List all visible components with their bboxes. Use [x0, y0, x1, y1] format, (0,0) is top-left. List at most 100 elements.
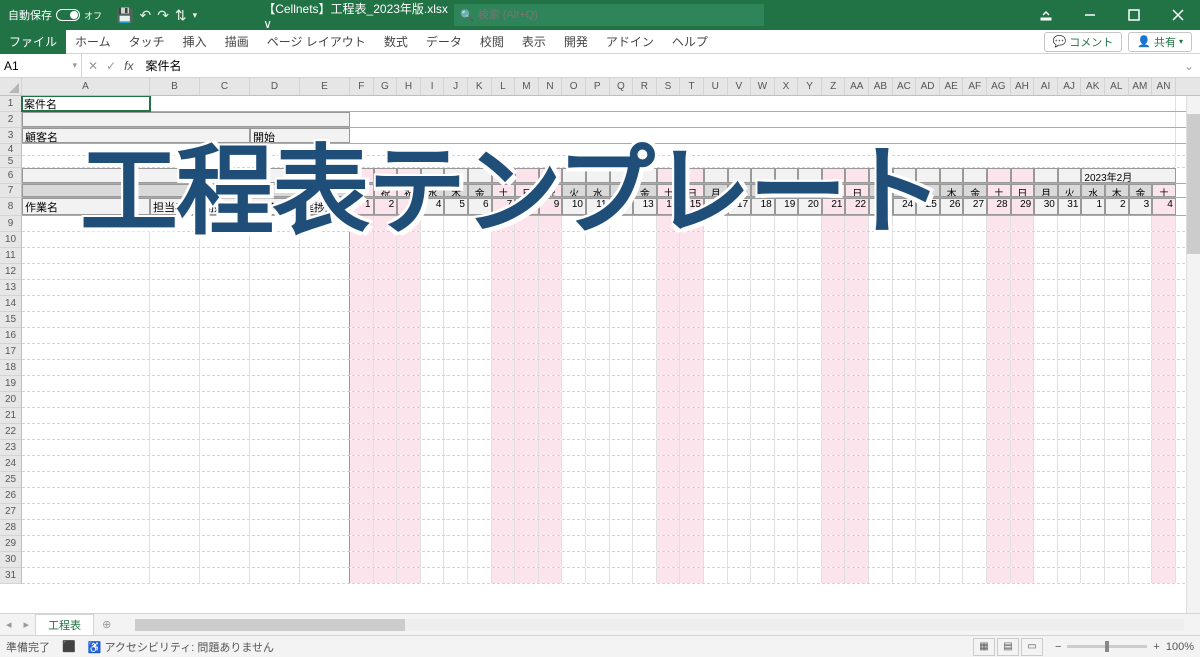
- ribbon-tab-8[interactable]: 校閲: [471, 30, 513, 54]
- cell[interactable]: [916, 344, 940, 359]
- cell[interactable]: [22, 248, 150, 263]
- cell[interactable]: [963, 424, 987, 439]
- cell[interactable]: [822, 376, 846, 391]
- row-header[interactable]: 13: [0, 280, 22, 296]
- cell[interactable]: [704, 440, 728, 455]
- cell[interactable]: [397, 296, 421, 311]
- cell[interactable]: [1105, 248, 1129, 263]
- cell[interactable]: [250, 568, 300, 583]
- cell[interactable]: 火: [728, 184, 752, 197]
- row-header[interactable]: 11: [0, 248, 22, 264]
- cell[interactable]: [1034, 568, 1058, 583]
- cell[interactable]: [916, 504, 940, 519]
- cell[interactable]: [869, 344, 893, 359]
- cell[interactable]: [492, 488, 516, 503]
- cell[interactable]: [680, 280, 704, 295]
- cell[interactable]: [869, 264, 893, 279]
- cell[interactable]: [798, 552, 822, 567]
- cell[interactable]: [374, 568, 398, 583]
- cell[interactable]: [1081, 376, 1105, 391]
- cell[interactable]: [963, 488, 987, 503]
- cell[interactable]: [468, 392, 492, 407]
- cell[interactable]: [421, 472, 445, 487]
- cell[interactable]: [22, 392, 150, 407]
- cell[interactable]: [657, 280, 681, 295]
- cell[interactable]: [633, 264, 657, 279]
- cell[interactable]: [610, 552, 634, 567]
- cell[interactable]: [1129, 536, 1153, 551]
- cell[interactable]: [869, 504, 893, 519]
- cell[interactable]: [562, 360, 586, 375]
- cell[interactable]: [539, 568, 563, 583]
- cell[interactable]: [492, 328, 516, 343]
- cell[interactable]: [822, 248, 846, 263]
- cell[interactable]: [1129, 296, 1153, 311]
- cell[interactable]: [150, 360, 200, 375]
- cell[interactable]: [657, 536, 681, 551]
- cell[interactable]: 27: [963, 198, 987, 215]
- cell[interactable]: [893, 536, 917, 551]
- cell[interactable]: [250, 488, 300, 503]
- cell[interactable]: [421, 504, 445, 519]
- cell[interactable]: [680, 376, 704, 391]
- cell[interactable]: 火: [1058, 184, 1082, 197]
- cell[interactable]: [300, 248, 350, 263]
- cell[interactable]: [893, 440, 917, 455]
- cell[interactable]: [200, 472, 250, 487]
- cell[interactable]: 13: [633, 198, 657, 215]
- cell[interactable]: [845, 568, 869, 583]
- cell[interactable]: [586, 168, 610, 183]
- cell[interactable]: [374, 520, 398, 535]
- cell[interactable]: [680, 552, 704, 567]
- col-header[interactable]: D: [250, 78, 300, 95]
- cell[interactable]: [22, 216, 150, 231]
- cell[interactable]: [1081, 536, 1105, 551]
- cell[interactable]: [444, 312, 468, 327]
- cell[interactable]: [845, 408, 869, 423]
- cell[interactable]: [798, 536, 822, 551]
- cell[interactable]: [200, 408, 250, 423]
- cell[interactable]: [940, 168, 964, 183]
- cell[interactable]: [869, 520, 893, 535]
- cell[interactable]: [657, 248, 681, 263]
- cell[interactable]: [350, 504, 374, 519]
- select-all-button[interactable]: [0, 78, 22, 95]
- cell[interactable]: [300, 328, 350, 343]
- cell[interactable]: [150, 248, 200, 263]
- cell[interactable]: [150, 376, 200, 391]
- cell[interactable]: 祝: [539, 184, 563, 197]
- cell[interactable]: [300, 280, 350, 295]
- cell[interactable]: [610, 392, 634, 407]
- cell[interactable]: [444, 232, 468, 247]
- cell[interactable]: [704, 568, 728, 583]
- cell[interactable]: [728, 376, 752, 391]
- cell[interactable]: [963, 328, 987, 343]
- cell[interactable]: [798, 216, 822, 231]
- cell[interactable]: 月: [869, 184, 893, 197]
- cell[interactable]: [515, 552, 539, 567]
- cell[interactable]: [1105, 440, 1129, 455]
- cell[interactable]: [468, 232, 492, 247]
- cell[interactable]: [657, 376, 681, 391]
- cell[interactable]: [963, 344, 987, 359]
- ribbon-tab-11[interactable]: アドイン: [597, 30, 663, 54]
- cell[interactable]: [1105, 456, 1129, 471]
- cell[interactable]: [798, 568, 822, 583]
- cell[interactable]: [657, 232, 681, 247]
- cell[interactable]: [250, 392, 300, 407]
- cell[interactable]: 日: [350, 184, 374, 197]
- normal-view-button[interactable]: ▦: [973, 638, 995, 656]
- cell[interactable]: [845, 376, 869, 391]
- cell[interactable]: [610, 328, 634, 343]
- cell[interactable]: [250, 280, 300, 295]
- cell[interactable]: [728, 520, 752, 535]
- row-header[interactable]: 25: [0, 472, 22, 488]
- cell[interactable]: [586, 568, 610, 583]
- cell[interactable]: [893, 312, 917, 327]
- row-header[interactable]: 5: [0, 156, 22, 168]
- cell[interactable]: [539, 440, 563, 455]
- cell[interactable]: [657, 328, 681, 343]
- col-header[interactable]: R: [633, 78, 657, 95]
- cell[interactable]: [822, 344, 846, 359]
- cell[interactable]: 9: [539, 198, 563, 215]
